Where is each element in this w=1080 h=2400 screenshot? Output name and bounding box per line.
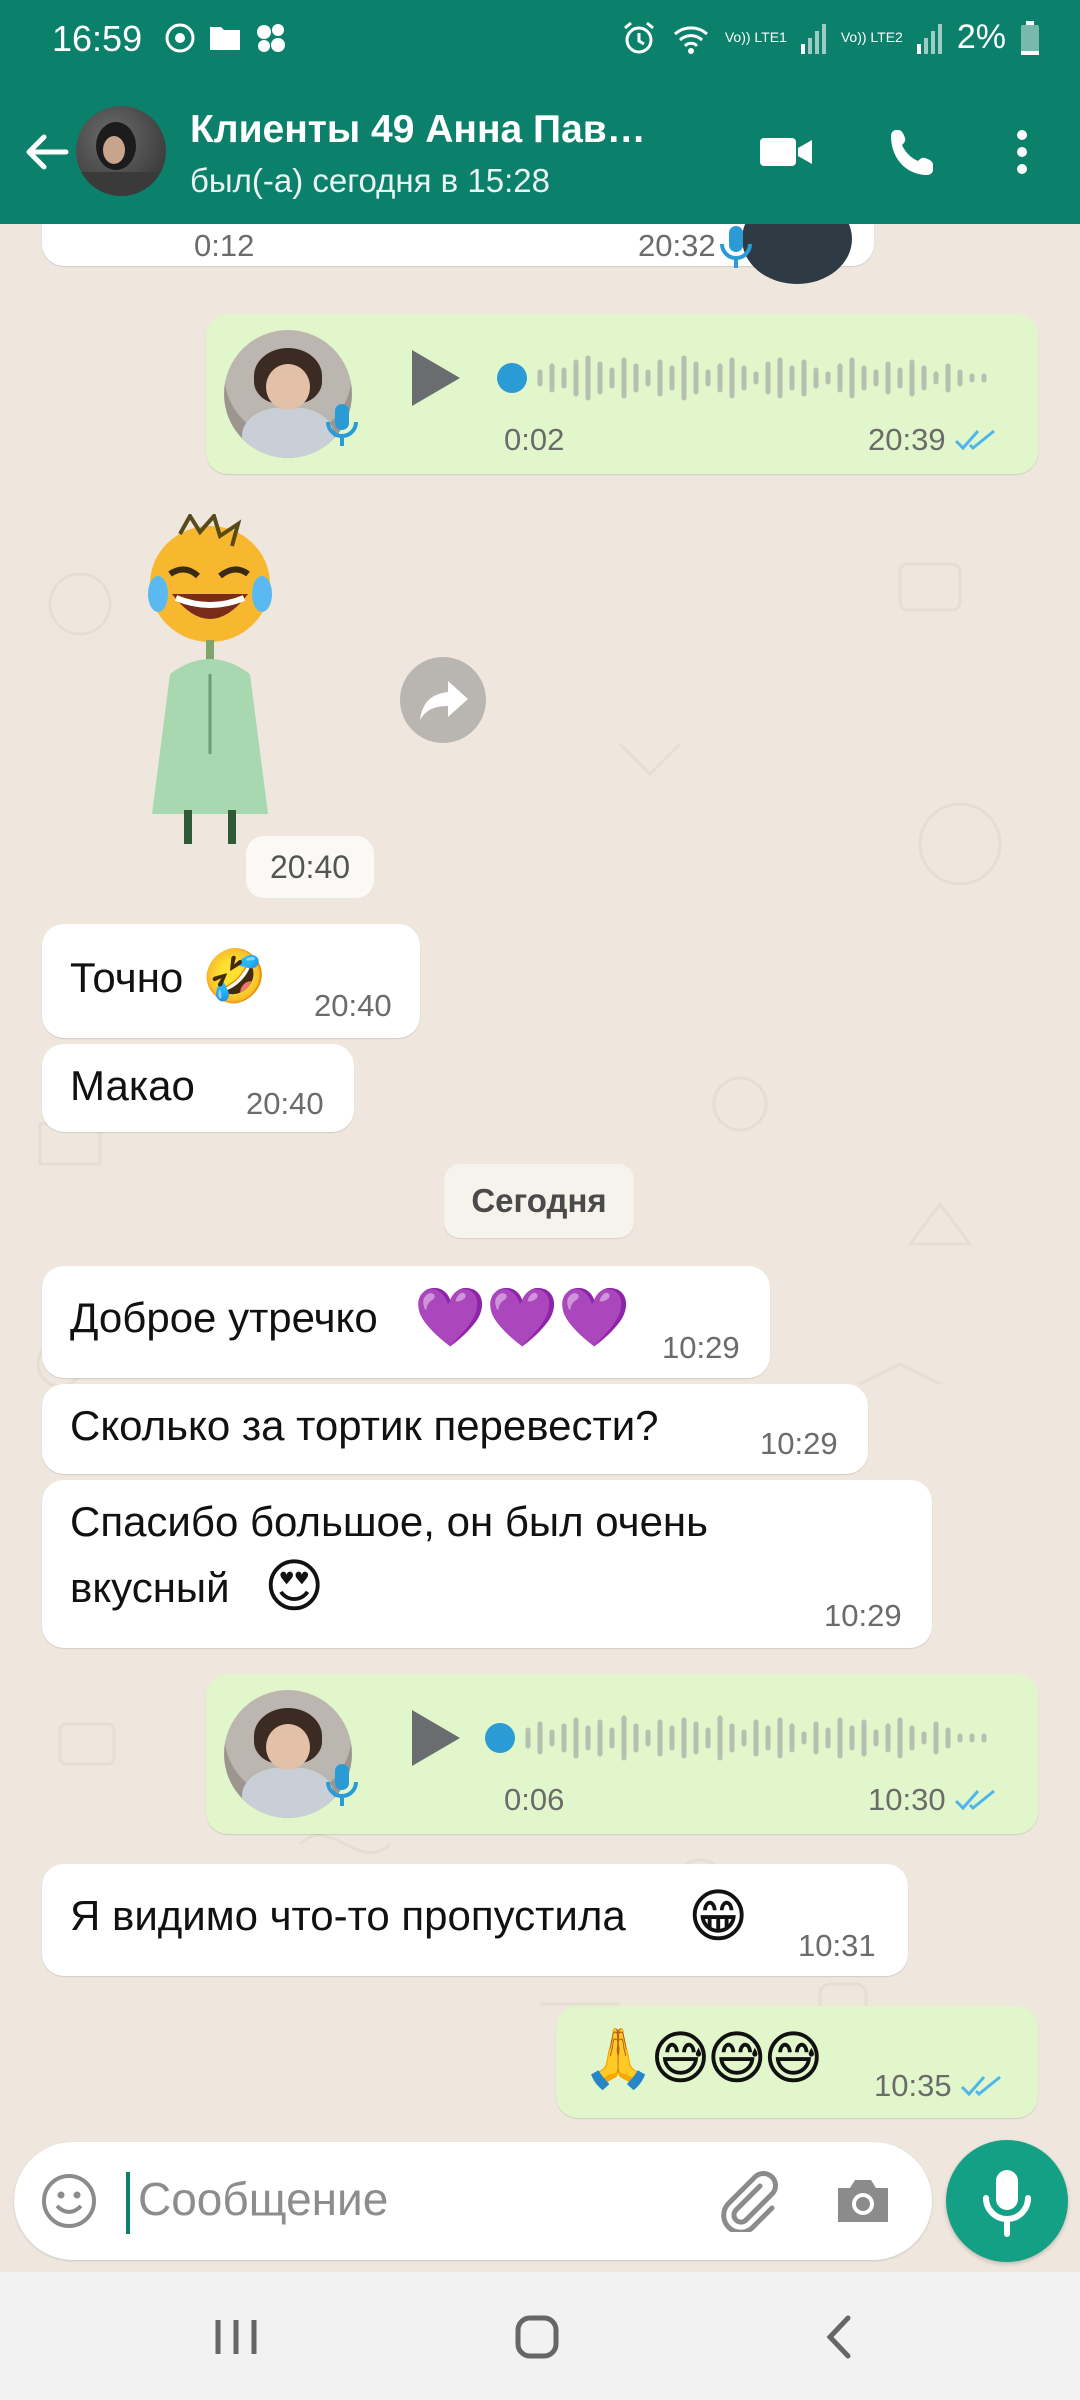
message-text: Сколько за тортик перевести? bbox=[70, 1402, 659, 1449]
message-text: Точно bbox=[70, 954, 184, 1001]
message-time: 10:31 bbox=[798, 1928, 876, 1963]
wifi-icon bbox=[673, 25, 708, 54]
messenger-status-icon bbox=[165, 23, 195, 53]
mic-icon bbox=[326, 404, 358, 446]
message-time: 20:39 bbox=[868, 422, 946, 457]
sticker-laughing-character[interactable] bbox=[140, 514, 300, 844]
text-message-in[interactable]: Точно 🤣 20:40 bbox=[42, 924, 420, 1038]
grin-emoji: 😁 bbox=[688, 1884, 749, 1949]
system-navigation-bar bbox=[0, 2272, 1080, 2400]
phone-icon[interactable] bbox=[884, 122, 944, 182]
chat-area[interactable]: 0:12 20:32 0:02 20:39 20:40 Точно 🤣 20:4… bbox=[0, 224, 1080, 2139]
message-time: 10:30 bbox=[868, 1782, 946, 1817]
message-text-line2: вкусный bbox=[70, 1564, 230, 1611]
message-time: 10:35 bbox=[874, 2068, 952, 2103]
last-seen-status: был(-а) сегодня в 15:28 bbox=[190, 162, 550, 199]
status-right-icons: Vo)) LTE1 Vo)) LTE2 2% bbox=[621, 18, 1040, 57]
heart-eyes-emoji: 😍 bbox=[264, 1554, 325, 1619]
message-text: Доброе утречко bbox=[70, 1294, 378, 1341]
voice-duration: 0:12 bbox=[194, 228, 255, 263]
double-check-icon bbox=[954, 429, 995, 451]
message-text-line1: Спасибо большое, он был очень bbox=[70, 1498, 708, 1545]
message-input[interactable]: Сообщение bbox=[138, 2172, 388, 2226]
double-check-icon bbox=[954, 1789, 995, 1811]
text-message-in[interactable]: Макао 20:40 bbox=[42, 1044, 354, 1132]
message-time: 20:32 bbox=[638, 228, 716, 263]
apps-status-icon bbox=[257, 24, 285, 52]
mic-icon bbox=[983, 2170, 1031, 2237]
voice-waveform[interactable] bbox=[496, 348, 1004, 408]
message-time: 20:40 bbox=[246, 1086, 324, 1121]
signal2-icon bbox=[916, 23, 942, 54]
sim2-label: Vo)) LTE2 bbox=[840, 29, 903, 45]
message-time: 10:29 bbox=[760, 1426, 838, 1461]
status-bar: 16:59 Vo)) LTE1 Vo)) LTE2 2% bbox=[0, 0, 1080, 78]
voice-duration: 0:02 bbox=[504, 422, 565, 457]
signal1-icon bbox=[800, 23, 826, 54]
recent-apps-icon[interactable] bbox=[206, 2312, 266, 2362]
double-check-icon bbox=[960, 2075, 1001, 2097]
rofl-emoji: 🤣 bbox=[202, 948, 267, 1006]
chat-header: Клиенты 49 Анна Пав… был(-а) сегодня в 1… bbox=[0, 78, 1080, 224]
battery-percent: 2% bbox=[956, 18, 1006, 56]
contact-avatar[interactable] bbox=[76, 106, 166, 196]
voice-message-out[interactable]: 0:02 20:39 bbox=[206, 314, 1038, 474]
sim1-label: Vo)) LTE1 bbox=[724, 29, 787, 45]
purple-hearts-emoji: 💜💜💜 bbox=[414, 1285, 631, 1350]
message-meta: 10:35 bbox=[874, 2068, 1004, 2104]
message-time: 20:40 bbox=[314, 988, 392, 1023]
text-message-in[interactable]: Сколько за тортик перевести? 10:29 bbox=[42, 1384, 868, 1474]
message-meta: 10:30 bbox=[868, 1782, 998, 1818]
folder-status-icon bbox=[210, 27, 240, 50]
voice-record-button[interactable] bbox=[946, 2140, 1068, 2262]
message-text: Я видимо что-то пропустила bbox=[70, 1892, 626, 1939]
text-message-in[interactable]: Спасибо большое, он был очень вкусный 😍 … bbox=[42, 1480, 932, 1648]
status-time: 16:59 bbox=[52, 18, 143, 59]
attach-icon[interactable] bbox=[714, 2168, 778, 2232]
battery-icon bbox=[1021, 20, 1039, 55]
video-call-icon[interactable] bbox=[756, 122, 816, 182]
alarm-icon bbox=[623, 21, 654, 53]
text-message-in[interactable]: Доброе утречко 💜💜💜 10:29 bbox=[42, 1266, 770, 1378]
mic-icon bbox=[326, 1764, 358, 1806]
back-arrow-icon[interactable] bbox=[16, 122, 76, 182]
more-vert-icon[interactable] bbox=[992, 122, 1052, 182]
date-divider: Сегодня bbox=[444, 1164, 634, 1238]
forward-button[interactable] bbox=[400, 657, 486, 743]
home-icon[interactable] bbox=[508, 2312, 568, 2362]
text-message-in[interactable]: Я видимо что-то пропустила 😁 10:31 bbox=[42, 1864, 908, 1976]
pray-sweat-emoji: 🙏😅😅😅 bbox=[582, 2026, 824, 2091]
status-app-icons bbox=[164, 22, 288, 54]
forward-icon bbox=[420, 681, 468, 720]
message-meta: 20:39 bbox=[868, 422, 998, 458]
back-nav-icon[interactable] bbox=[810, 2312, 870, 2362]
message-input-bar: Сообщение bbox=[14, 2142, 932, 2260]
voice-message-out[interactable]: 0:06 10:30 bbox=[206, 1674, 1038, 1834]
camera-icon[interactable] bbox=[832, 2172, 894, 2230]
voice-waveform[interactable] bbox=[484, 1708, 1004, 1768]
text-caret bbox=[126, 2172, 130, 2234]
message-time: 10:29 bbox=[662, 1330, 740, 1365]
mic-icon bbox=[720, 226, 752, 268]
text-message-out[interactable]: 🙏😅😅😅 10:35 bbox=[556, 2006, 1038, 2118]
play-icon[interactable] bbox=[404, 1706, 464, 1770]
play-icon[interactable] bbox=[404, 346, 464, 410]
chat-title[interactable]: Клиенты 49 Анна Пав… bbox=[190, 108, 646, 152]
sticker-time: 20:40 bbox=[246, 836, 374, 898]
message-time: 10:29 bbox=[824, 1598, 902, 1633]
emoji-icon[interactable] bbox=[40, 2172, 98, 2230]
message-text: Макао bbox=[70, 1062, 195, 1109]
voice-duration: 0:06 bbox=[504, 1782, 565, 1817]
